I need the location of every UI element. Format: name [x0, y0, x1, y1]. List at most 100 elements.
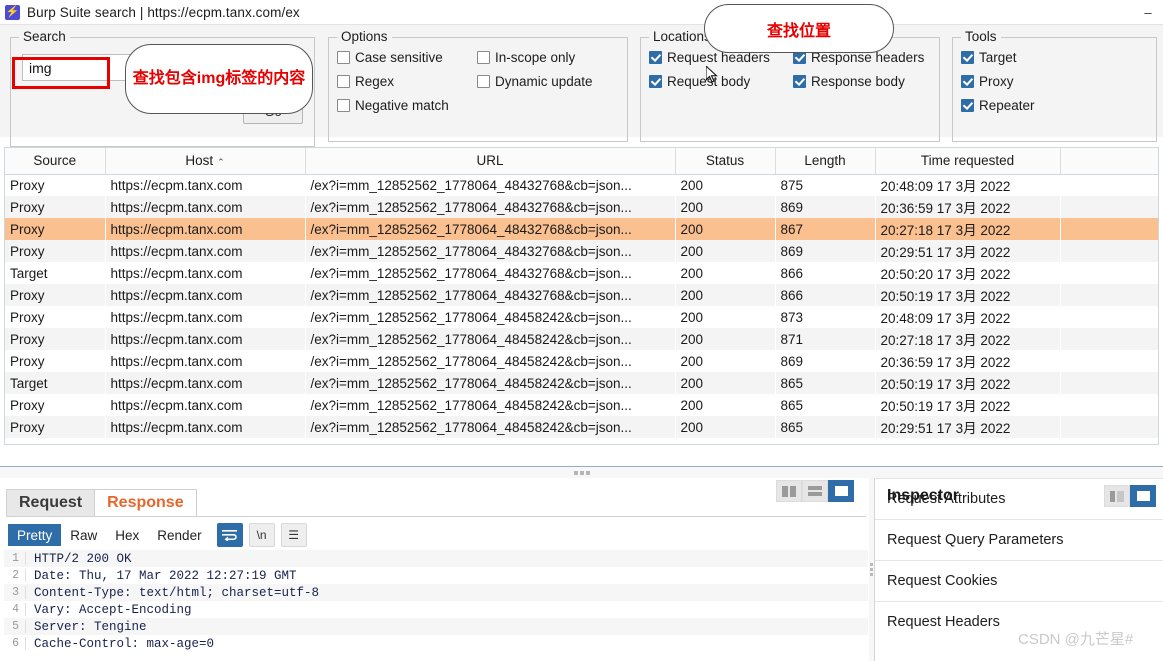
checkbox-icon[interactable]: [961, 99, 974, 112]
location-response-body[interactable]: Response body: [793, 74, 905, 89]
checkbox-icon[interactable]: [961, 51, 974, 64]
column-header-host[interactable]: Host ⌃: [105, 148, 306, 175]
inspector-collapse-icon[interactable]: [1104, 485, 1130, 507]
column-header-length[interactable]: Length: [775, 148, 876, 175]
option-label: Case sensitive: [355, 50, 443, 65]
word-wrap-icon[interactable]: [216, 523, 243, 547]
table-row[interactable]: Target https://ecpm.tanx.com/ex?i=mm_1285…: [5, 262, 1158, 284]
status-cell: 200: [675, 262, 775, 284]
format-hex-button[interactable]: Hex: [106, 524, 148, 546]
format-render-button[interactable]: Render: [148, 524, 210, 546]
tool-repeater[interactable]: Repeater: [961, 98, 1035, 113]
line-number: 5: [4, 620, 26, 633]
checkbox-icon[interactable]: [337, 75, 350, 88]
source-cell: Target: [5, 372, 105, 394]
format-pretty-button[interactable]: Pretty: [8, 524, 62, 546]
single-pane-icon[interactable]: [828, 480, 854, 502]
search-results-table[interactable]: Source Host ⌃ URL Status Length Time requ…: [4, 147, 1159, 445]
pad-cell: [1060, 218, 1158, 240]
pad-cell: [1060, 306, 1158, 328]
checkbox-icon[interactable]: [477, 51, 490, 64]
inspector-section-2[interactable]: Request Query Parameters: [875, 519, 1163, 560]
column-header-source[interactable]: Source: [5, 148, 106, 175]
table-row[interactable]: Proxy https://ecpm.tanx.com/ex?i=mm_12852…: [5, 306, 1158, 328]
tab-response[interactable]: Response: [94, 489, 197, 517]
checkbox-icon[interactable]: [961, 75, 974, 88]
table-row[interactable]: Proxy https://ecpm.tanx.com/ex?i=mm_12852…: [5, 284, 1158, 306]
checkbox-icon[interactable]: [649, 75, 662, 88]
table-row[interactable]: Proxy https://ecpm.tanx.com/ex?i=mm_12852…: [5, 394, 1158, 416]
code-text: Date: Thu, 17 Mar 2022 12:27:19 GMT: [34, 568, 297, 583]
length-cell: 875: [775, 174, 875, 196]
location-request-body[interactable]: Request body: [649, 74, 750, 89]
tool-target[interactable]: Target: [961, 50, 1017, 65]
pad-cell: [1060, 328, 1158, 350]
code-line: 6 Cache-Control: max-age=0: [4, 635, 868, 652]
length-cell: 865: [775, 372, 875, 394]
tab-request[interactable]: Request: [6, 489, 96, 517]
option-regex[interactable]: Regex: [337, 74, 394, 89]
table-row[interactable]: Proxy https://ecpm.tanx.com/ex?i=mm_12852…: [5, 350, 1158, 372]
table-row[interactable]: Proxy https://ecpm.tanx.com/ex?i=mm_12852…: [5, 416, 1158, 438]
host-cell: https://ecpm.tanx.com: [105, 240, 305, 262]
split-horizontal-icon[interactable]: [802, 480, 828, 502]
checkbox-icon[interactable]: [793, 75, 806, 88]
option-dynamic-update[interactable]: Dynamic update: [477, 74, 593, 89]
option-negative-match[interactable]: Negative match: [337, 98, 449, 113]
response-code-view[interactable]: 1 HTTP/2 200 OK 2 Date: Thu, 17 Mar 2022 12…: [4, 550, 868, 661]
newline-icon[interactable]: \n: [248, 523, 275, 547]
column-header-status[interactable]: Status: [675, 148, 776, 175]
time-cell: 20:29:51 17 3月 2022: [875, 416, 1060, 438]
burp-lightning-icon: ⚡: [5, 4, 20, 20]
table-row[interactable]: Proxy https://ecpm.tanx.com/ex?i=mm_12852…: [5, 328, 1158, 350]
code-text: Server: Tengine: [34, 619, 147, 634]
table-row[interactable]: Proxy https://ecpm.tanx.com/ex?i=mm_12852…: [5, 240, 1158, 262]
checkbox-icon[interactable]: [337, 51, 350, 64]
checkbox-icon[interactable]: [477, 75, 490, 88]
source-cell: Proxy: [5, 394, 105, 416]
option-label: Negative match: [355, 98, 449, 113]
time-cell: 20:36:59 17 3月 2022: [875, 350, 1060, 372]
tools-group-legend: Tools: [961, 29, 1001, 44]
option-in-scope-only[interactable]: In-scope only: [477, 50, 575, 65]
checkbox-icon[interactable]: [649, 51, 662, 64]
vertical-splitter-grip-icon: [870, 563, 873, 576]
column-header-time-requested[interactable]: Time requested: [875, 148, 1061, 175]
status-cell: 200: [675, 306, 775, 328]
minimize-button[interactable]: –: [1133, 0, 1163, 25]
code-line: 4 Vary: Accept-Encoding: [4, 601, 868, 618]
inspector-title: Inspector: [887, 487, 960, 504]
inspector-section-3[interactable]: Request Cookies: [875, 560, 1163, 601]
time-cell: 20:27:18 17 3月 2022: [875, 218, 1060, 240]
location-label: Response body: [811, 74, 905, 89]
host-cell: https://ecpm.tanx.com: [105, 262, 305, 284]
menu-icon[interactable]: ☰: [280, 523, 307, 547]
tool-proxy[interactable]: Proxy: [961, 74, 1014, 89]
table-row[interactable]: Proxy https://ecpm.tanx.com/ex?i=mm_12852…: [5, 174, 1158, 196]
option-case-sensitive[interactable]: Case sensitive: [337, 50, 443, 65]
inspector-expand-icon[interactable]: [1130, 485, 1156, 507]
table-row[interactable]: Target https://ecpm.tanx.com/ex?i=mm_1285…: [5, 372, 1158, 394]
line-number: 2: [4, 569, 26, 582]
code-line: 1 HTTP/2 200 OK: [4, 550, 868, 567]
checkbox-icon[interactable]: [337, 99, 350, 112]
table-row[interactable]: Proxy https://ecpm.tanx.com/ex?i=mm_12852…: [5, 196, 1158, 218]
source-cell: Proxy: [5, 306, 105, 328]
format-raw-button[interactable]: Raw: [61, 524, 106, 546]
options-group-legend: Options: [337, 29, 392, 44]
horizontal-splitter[interactable]: [0, 466, 1163, 478]
message-tabs: Request Response: [6, 487, 197, 517]
host-cell: https://ecpm.tanx.com: [105, 372, 305, 394]
length-cell: 865: [775, 394, 875, 416]
option-label: Dynamic update: [495, 74, 593, 89]
split-vertical-icon[interactable]: [776, 480, 802, 502]
options-group: Options Case sensitive In-scope only Reg…: [328, 29, 628, 142]
pad-cell: [1060, 416, 1158, 438]
url-cell: /ex?i=mm_12852562_1778064_48432768&cb=js…: [305, 196, 675, 218]
column-header-url[interactable]: URL: [305, 148, 676, 175]
status-cell: 200: [675, 394, 775, 416]
status-cell: 200: [675, 240, 775, 262]
watermark: CSDN @九芒星#: [1018, 631, 1134, 648]
pad-cell: [1060, 394, 1158, 416]
table-row[interactable]: Proxy https://ecpm.tanx.com/ex?i=mm_12852…: [5, 218, 1158, 240]
